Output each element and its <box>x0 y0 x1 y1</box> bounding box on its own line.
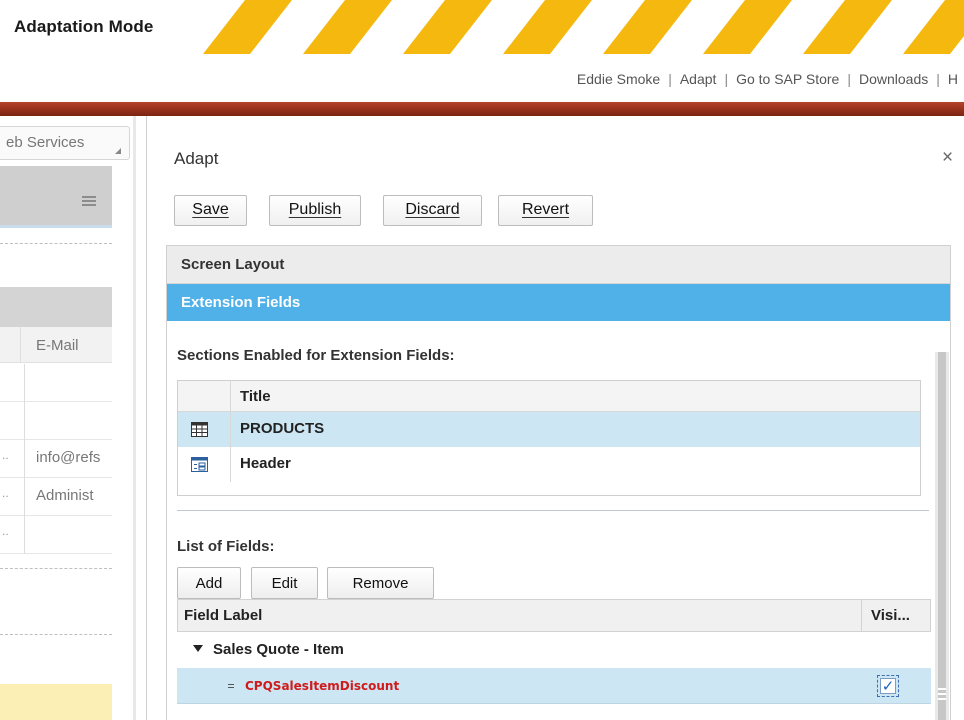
close-icon[interactable]: × <box>942 147 953 169</box>
tab-screen-layout[interactable]: Screen Layout <box>167 246 950 284</box>
fields-table: Field Label Visi... Sales Quote - Item C… <box>177 599 931 720</box>
splitter[interactable] <box>133 116 136 720</box>
revert-button[interactable]: Revert <box>498 195 593 226</box>
discard-button[interactable]: Discard <box>383 195 482 226</box>
divider <box>0 243 112 244</box>
vertical-scrollbar[interactable] <box>935 352 949 720</box>
field-label: CPQSalesItemDiscount <box>245 679 400 693</box>
sap-store-link[interactable]: Go to SAP Store <box>736 71 839 87</box>
section-row-products[interactable]: PRODUCTS <box>178 412 920 447</box>
expand-caret-icon[interactable] <box>193 645 203 652</box>
web-services-dropdown[interactable]: eb Services <box>0 126 130 160</box>
field-group-label: Sales Quote - Item <box>213 641 344 658</box>
divider <box>177 510 929 511</box>
section-title: Header <box>240 455 291 472</box>
field-row[interactable]: CPQSalesItemDiscount ✓ <box>177 668 931 704</box>
sections-column-header: Title <box>178 381 920 412</box>
section-title: PRODUCTS <box>240 420 325 437</box>
help-link[interactable]: H <box>948 71 958 87</box>
adapt-panel: Adapt × Save Publish Discard Revert Scre… <box>148 116 964 720</box>
field-label-column[interactable]: Field Label <box>184 607 262 624</box>
downloads-link[interactable]: Downloads <box>859 71 928 87</box>
fields-heading: List of Fields: <box>177 538 275 555</box>
title-column-label: Title <box>240 388 271 405</box>
link-separator: | <box>668 71 672 87</box>
brand-bar <box>0 102 964 116</box>
visible-checkbox[interactable]: ✓ <box>877 675 899 697</box>
scrollbar-grip-icon <box>938 688 946 706</box>
link-separator: | <box>724 71 729 87</box>
edit-field-button[interactable]: Edit <box>251 567 318 599</box>
visible-column[interactable]: Visi... <box>871 607 910 624</box>
field-group-row[interactable]: Sales Quote - Item <box>177 632 931 668</box>
divider <box>0 634 112 635</box>
selection-underline <box>0 225 112 228</box>
check-icon: ✓ <box>880 677 896 695</box>
email-column-label: E-Mail <box>36 337 79 354</box>
form-icon <box>191 457 208 472</box>
table-icon <box>191 422 208 437</box>
top-links: Eddie Smoke | Adapt | Go to SAP Store | Downlo… <box>577 71 958 87</box>
save-button[interactable]: Save <box>174 195 247 226</box>
table-row[interactable]: .. info@refs <box>0 440 112 478</box>
section-row-header[interactable]: Header <box>178 447 920 482</box>
background-header-band <box>0 166 112 228</box>
table-row[interactable] <box>0 402 112 440</box>
add-field-button[interactable]: Add <box>177 567 241 599</box>
web-services-label: eb Services <box>6 134 85 151</box>
table-row[interactable]: .. Administ <box>0 478 112 516</box>
dropdown-corner-icon <box>115 148 121 154</box>
divider <box>0 568 112 569</box>
list-icon[interactable] <box>82 196 96 208</box>
table-row[interactable] <box>0 364 112 402</box>
panel-title: Adapt <box>174 149 219 168</box>
scrollbar-thumb[interactable] <box>938 352 946 720</box>
tab-extension-fields[interactable]: Extension Fields <box>167 284 950 321</box>
link-separator: | <box>936 71 940 87</box>
remove-field-button[interactable]: Remove <box>327 567 434 599</box>
adapt-content: Screen Layout Extension Fields Sections … <box>166 245 951 720</box>
background-table-toolbar <box>0 287 112 327</box>
adaptation-mode-title: Adaptation Mode <box>14 17 154 36</box>
background-column-header: E-Mail <box>0 327 112 363</box>
link-separator: | <box>847 71 851 87</box>
adapt-link[interactable]: Adapt <box>680 71 717 87</box>
panel-border <box>146 116 147 720</box>
highlight-row <box>0 684 112 720</box>
fields-column-header: Field Label Visi... <box>177 599 931 632</box>
background-screen: eb Services E-Mail .. info@refs .. Adminis… <box>0 116 140 720</box>
sections-table: Title PRODUCTS Header <box>177 380 921 496</box>
drag-handle-icon[interactable] <box>228 684 234 689</box>
sections-heading: Sections Enabled for Extension Fields: <box>177 347 455 364</box>
user-link[interactable]: Eddie Smoke <box>577 71 660 87</box>
table-row[interactable]: .. <box>0 516 112 554</box>
publish-button[interactable]: Publish <box>269 195 361 226</box>
adaptation-mode-banner: Adaptation Mode <box>0 0 964 54</box>
